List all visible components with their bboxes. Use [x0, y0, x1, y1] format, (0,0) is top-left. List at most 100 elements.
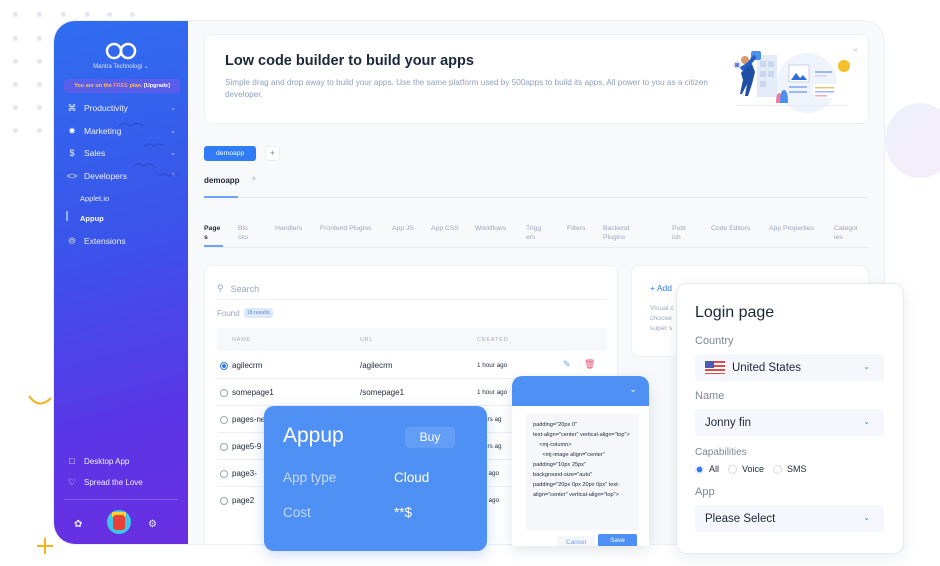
column-created: CREATED: [477, 337, 509, 343]
app-tab-demoapp[interactable]: demoapp: [204, 146, 257, 161]
tab-blocks[interactable]: Blo cks: [238, 224, 248, 242]
intro-banner: Low code builder to build your apps Simp…: [204, 34, 869, 124]
radio-selected[interactable]: [695, 464, 704, 474]
chevron-down-icon: ⌄: [170, 150, 176, 157]
cost-label: Cost: [283, 505, 311, 520]
country-select[interactable]: United States ⌄: [695, 354, 884, 381]
sidebar-item-sales[interactable]: $ Sales ⌄: [54, 143, 188, 163]
login-title: Login page: [695, 304, 775, 321]
sub-tabs: Page s Blo cks Handlers Frontend Plugins…: [204, 224, 868, 248]
tab-handlers[interactable]: Handlers: [275, 224, 302, 233]
sidebar-item-productivity[interactable]: ⌘ Productivity ⌄: [54, 98, 188, 118]
trash-icon[interactable]: 🗑︎: [584, 359, 595, 370]
tab-divider: [204, 197, 868, 198]
banner-title: Low code builder to build your apps: [225, 53, 474, 69]
login-page-card: Login page Country United States ⌄ Name …: [676, 283, 904, 554]
capability-voice[interactable]: Voice: [728, 464, 764, 474]
builder-illustration: [733, 51, 850, 113]
sidebar-item-marketing[interactable]: ✸ Marketing ⌄: [54, 121, 188, 141]
sidebar: Mantra Technologi ⌄ You are on the FREE …: [54, 21, 188, 544]
radio[interactable]: [773, 464, 783, 474]
capabilities-radio-group: All Voice SMS: [695, 464, 816, 474]
capabilities-label: Capabilities: [695, 447, 747, 458]
tab-workflows[interactable]: Workflows: [475, 224, 506, 233]
tab-code-editors[interactable]: Code Editors: [711, 224, 750, 233]
chevron-down-icon: ⌄: [863, 417, 870, 426]
tab-categories[interactable]: Categor ies: [834, 224, 858, 242]
code-editor-card: ⌄ padding="20px 0" text-align="center" v…: [512, 376, 649, 546]
target-icon: ✸: [68, 125, 76, 136]
tab-triggers[interactable]: Trigg ers: [526, 224, 541, 242]
chevron-down-icon: ⌄: [863, 513, 870, 522]
org-switcher[interactable]: Mantra Technologi ⌄: [54, 63, 188, 70]
edit-icon[interactable]: ✎: [563, 359, 571, 370]
gear-icon[interactable]: ⚙: [148, 519, 157, 530]
close-icon[interactable]: ×: [853, 45, 858, 55]
avatar[interactable]: [107, 510, 131, 534]
tab-frontend-plugins[interactable]: Frontend Plugins: [320, 224, 371, 233]
sidebar-item-extensions[interactable]: ⦾ Extensions: [54, 231, 188, 251]
add-app-button[interactable]: +: [265, 146, 280, 161]
row-radio[interactable]: [220, 470, 228, 478]
cancel-button[interactable]: Cancel: [557, 536, 595, 546]
save-button[interactable]: Save: [598, 534, 637, 546]
active-tab-underline: [204, 196, 238, 198]
row-radio[interactable]: [220, 497, 228, 505]
decorative-wave-icon: [28, 395, 52, 405]
plan-banner: You are on the FREE plan. [Upgrade]: [64, 79, 180, 93]
app-label: App: [695, 486, 715, 498]
app-type-value: Cloud: [394, 470, 430, 485]
extensions-icon: ⦾: [68, 235, 76, 246]
sidebar-item-spread-love[interactable]: ♡ Spread the Love: [54, 472, 188, 492]
active-tab-underline: [204, 245, 223, 247]
results-count: Found 18 results: [217, 308, 273, 318]
banner-description: Simple drag and drop away to build your …: [225, 78, 708, 99]
chevron-up-icon: ⌃: [170, 173, 176, 180]
tab-app-css[interactable]: App CSS: [431, 224, 459, 233]
tab-app-properties[interactable]: App Properties: [769, 224, 814, 233]
column-url: URL: [360, 337, 374, 343]
monitor-icon: □: [69, 456, 75, 466]
feather-icon[interactable]: ✿: [74, 519, 82, 530]
results-badge: 18 results: [243, 308, 273, 318]
add-button[interactable]: + Add: [650, 283, 672, 293]
table-header: NAME URL CREATED: [217, 328, 607, 351]
name-select[interactable]: Jonny fin ⌄: [695, 409, 884, 436]
code-icon: <>: [66, 171, 78, 181]
tab-backend-plugins[interactable]: Backend Plugins: [603, 224, 629, 242]
decorative-plus-icon: [37, 538, 53, 554]
sidebar-subitem-appup[interactable]: Appup: [80, 214, 104, 223]
capability-sms[interactable]: SMS: [773, 464, 807, 474]
row-radio[interactable]: [220, 362, 228, 370]
sidebar-item-developers[interactable]: <> Developers ⌃: [54, 166, 188, 186]
add-tab-button[interactable]: +: [251, 174, 257, 185]
tab-app-js[interactable]: App JS: [392, 224, 414, 233]
app-type-label: App type: [283, 470, 337, 485]
app-select[interactable]: Please Select ⌄: [695, 505, 884, 532]
heart-icon: ♡: [67, 476, 77, 487]
tab-demoapp[interactable]: demoapp: [204, 176, 240, 185]
upgrade-link[interactable]: [Upgrade]: [144, 83, 170, 89]
appup-card: Appup Buy App type Cloud Cost **$: [264, 406, 487, 551]
tab-pages[interactable]: Page s: [204, 224, 220, 242]
row-radio[interactable]: [220, 389, 228, 397]
capability-all[interactable]: All: [695, 464, 719, 474]
row-radio[interactable]: [220, 416, 228, 424]
command-icon: ⌘: [67, 102, 77, 113]
tab-filters[interactable]: Filters: [567, 224, 586, 233]
decorative-circle: [885, 103, 940, 178]
chevron-down-icon: ⌄: [170, 128, 176, 135]
buy-button[interactable]: Buy: [405, 427, 455, 448]
code-textarea[interactable]: padding="20px 0" text-align="center" ver…: [526, 414, 639, 530]
row-radio[interactable]: [220, 443, 228, 451]
tab-publish[interactable]: Publ ish: [672, 224, 686, 242]
radio[interactable]: [728, 464, 738, 474]
country-label: Country: [695, 335, 734, 347]
sidebar-item-desktop-app[interactable]: □ Desktop App: [54, 451, 188, 471]
search-input[interactable]: ⚲ Search: [217, 278, 607, 300]
chevron-down-icon: ⌄: [863, 362, 870, 371]
dollar-icon: $: [69, 148, 75, 158]
chevron-down-icon[interactable]: ⌄: [629, 384, 637, 395]
sidebar-subitem-appletio[interactable]: Applet.io: [80, 194, 109, 203]
cost-value: **$: [394, 505, 413, 520]
